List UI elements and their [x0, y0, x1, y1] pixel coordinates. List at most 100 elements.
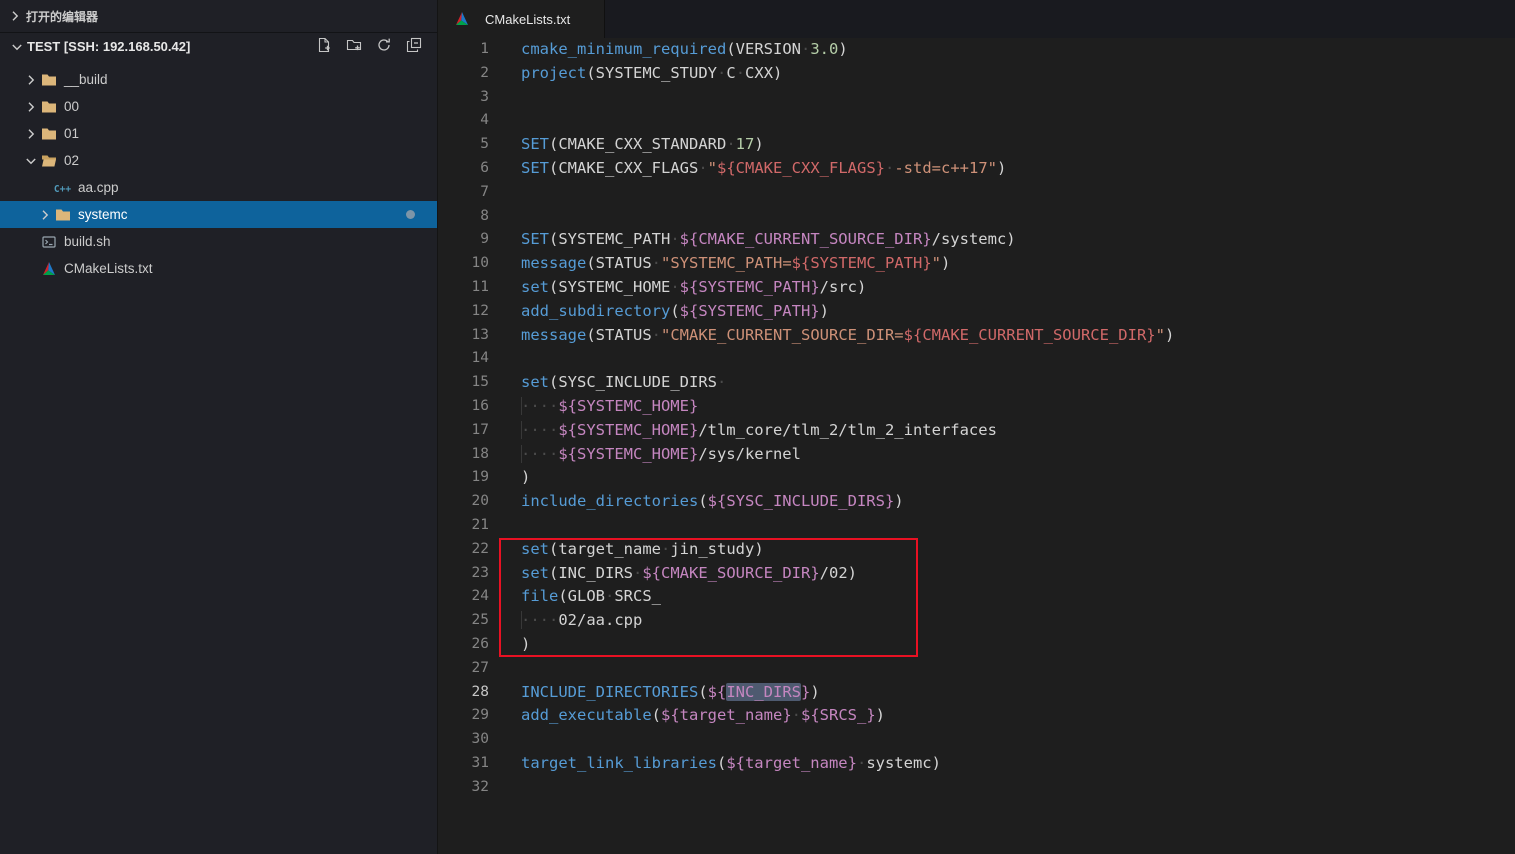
code-line[interactable]: 22 set(target_name·jin_study): [438, 538, 1515, 562]
code-line[interactable]: 11 set(SYSTEMC_HOME·${SYSTEMC_PATH}/src): [438, 276, 1515, 300]
tree-item-build-sh[interactable]: build.sh: [0, 228, 437, 255]
code-line[interactable]: 20 include_directories(${SYSC_INCLUDE_DIR…: [438, 490, 1515, 514]
tree-item-label: __build: [64, 72, 108, 87]
code-line[interactable]: 30: [438, 728, 1515, 752]
open-editors-label: 打开的编辑器: [26, 9, 99, 24]
code-line[interactable]: 19): [438, 466, 1515, 490]
code-line[interactable]: 10 message(STATUS·"SYSTEMC_PATH=${SYSTEMC…: [438, 252, 1515, 276]
tree-item-cmakelists-txt[interactable]: CMakeLists.txt: [0, 255, 437, 282]
code-line[interactable]: 7: [438, 181, 1515, 205]
line-number: 31: [471, 754, 489, 771]
code-line[interactable]: 2 project(SYSTEMC_STUDY·C·CXX): [438, 62, 1515, 86]
code-line[interactable]: 28 INCLUDE_DIRECTORIES(${INC_DIRS}): [438, 681, 1515, 705]
code-line[interactable]: 4: [438, 109, 1515, 133]
tab-cmakelists[interactable]: CMakeLists.txt: [438, 0, 606, 38]
folder-icon: [53, 207, 72, 223]
code-text: ): [521, 634, 531, 653]
line-number: 15: [471, 374, 489, 391]
code-line[interactable]: 26): [438, 633, 1515, 657]
tab-bar: CMakeLists.txt: [438, 0, 1515, 38]
code-line[interactable]: 21: [438, 514, 1515, 538]
new-folder-icon: [346, 37, 362, 56]
code-line[interactable]: 5 SET(CMAKE_CXX_STANDARD·17): [438, 133, 1515, 157]
tree-item-label: aa.cpp: [78, 180, 119, 195]
line-number: 22: [471, 540, 489, 557]
explorer-section-header[interactable]: TEST [SSH: 192.168.50.42]: [0, 32, 437, 60]
line-number: 5: [480, 136, 489, 153]
code-text: set(target_name·jin_study): [521, 539, 764, 558]
code-text: include_directories(${SYSC_INCLUDE_DIRS}…: [521, 492, 904, 511]
new-file-button[interactable]: [315, 37, 333, 56]
line-number: 19: [471, 469, 489, 486]
code-line[interactable]: 18 ····${SYSTEMC_HOME}/sys/kernel: [438, 443, 1515, 467]
line-number: 9: [480, 231, 489, 248]
line-number: 16: [471, 397, 489, 414]
code-text: target_link_libraries(${target_name}·sys…: [521, 753, 941, 772]
code-text: project(SYSTEMC_STUDY·C·CXX): [521, 63, 783, 82]
code-text: set(INC_DIRS·${CMAKE_SOURCE_DIR}/02): [521, 563, 857, 582]
code-line[interactable]: 14: [438, 347, 1515, 371]
code-line[interactable]: 17 ····${SYSTEMC_HOME}/tlm_core/tlm_2/tlm…: [438, 419, 1515, 443]
code-line[interactable]: 3: [438, 86, 1515, 110]
code-line[interactable]: 27: [438, 657, 1515, 681]
code-line[interactable]: 29 add_executable(${target_name}·${SRCS_}…: [438, 704, 1515, 728]
code-line[interactable]: 16 ····${SYSTEMC_HOME}: [438, 395, 1515, 419]
tree-item-02[interactable]: 02: [0, 147, 437, 174]
line-number: 28: [471, 683, 489, 700]
code-line[interactable]: 25 ····02/aa.cpp: [438, 609, 1515, 633]
refresh-button[interactable]: [375, 38, 393, 56]
line-number: 3: [480, 88, 489, 105]
code-line[interactable]: 15 set(SYSC_INCLUDE_DIRS·: [438, 371, 1515, 395]
code-line[interactable]: 23 set(INC_DIRS·${CMAKE_SOURCE_DIR}/02): [438, 562, 1515, 586]
code-line[interactable]: 12 add_subdirectory(${SYSTEMC_PATH}): [438, 300, 1515, 324]
line-number: 10: [471, 255, 489, 272]
tree-item--build[interactable]: __build: [0, 66, 437, 93]
line-number: 2: [480, 64, 489, 81]
code-text: add_subdirectory(${SYSTEMC_PATH}): [521, 301, 829, 320]
code-text: ····${SYSTEMC_HOME}/tlm_core/tlm_2/tlm_2…: [521, 420, 997, 439]
new-folder-button[interactable]: [345, 38, 363, 56]
code-line[interactable]: 13 message(STATUS·"CMAKE_CURRENT_SOURCE_D…: [438, 324, 1515, 348]
code-text: SET(CMAKE_CXX_FLAGS·"${CMAKE_CXX_FLAGS}·…: [521, 158, 1007, 177]
line-number: 14: [471, 350, 489, 367]
chevron-right-icon: [6, 8, 23, 24]
code-line[interactable]: 6 SET(CMAKE_CXX_FLAGS·"${CMAKE_CXX_FLAGS}…: [438, 157, 1515, 181]
code-line[interactable]: 1 cmake_minimum_required(VERSION·3.0): [438, 38, 1515, 62]
tree-item-label: 01: [64, 126, 80, 141]
code-text: SET(SYSTEMC_PATH·${CMAKE_CURRENT_SOURCE_…: [521, 230, 1016, 249]
tree-item-01[interactable]: 01: [0, 120, 437, 147]
folder-icon: [39, 126, 58, 142]
tree-item-00[interactable]: 00: [0, 93, 437, 120]
tree-item-label: build.sh: [64, 234, 111, 249]
code-line[interactable]: 9 SET(SYSTEMC_PATH·${CMAKE_CURRENT_SOURCE…: [438, 228, 1515, 252]
code-editor[interactable]: 1 cmake_minimum_required(VERSION·3.0) 2 pro…: [438, 38, 1515, 854]
tree-item-systemc[interactable]: systemc: [0, 201, 437, 228]
chevron-right-icon: [22, 72, 39, 88]
line-number: 8: [480, 207, 489, 224]
open-editors-header[interactable]: 打开的编辑器: [0, 0, 437, 32]
code-line[interactable]: 32: [438, 776, 1515, 800]
svg-text:C++: C++: [54, 184, 71, 195]
code-line[interactable]: 8: [438, 205, 1515, 229]
code-line[interactable]: 31 target_link_libraries(${target_name}·s…: [438, 752, 1515, 776]
code-line[interactable]: 24 file(GLOB·SRCS_: [438, 585, 1515, 609]
tree-item-aa-cpp[interactable]: C++ aa.cpp: [0, 174, 437, 201]
code-text: file(GLOB·SRCS_: [521, 587, 662, 606]
code-text: ····${SYSTEMC_HOME}/sys/kernel: [521, 444, 801, 463]
tree-item-label: 02: [64, 153, 80, 168]
code-text: cmake_minimum_required(VERSION·3.0): [521, 40, 848, 58]
code-text: SET(CMAKE_CXX_STANDARD·17): [521, 135, 764, 154]
collapse-all-button[interactable]: [405, 37, 423, 56]
code-text: ····${SYSTEMC_HOME}: [521, 396, 699, 415]
code-text: INCLUDE_DIRECTORIES(${INC_DIRS}): [521, 682, 820, 701]
line-number: 24: [471, 588, 489, 605]
chevron-right-icon: [22, 126, 39, 142]
line-number: 32: [471, 778, 489, 795]
